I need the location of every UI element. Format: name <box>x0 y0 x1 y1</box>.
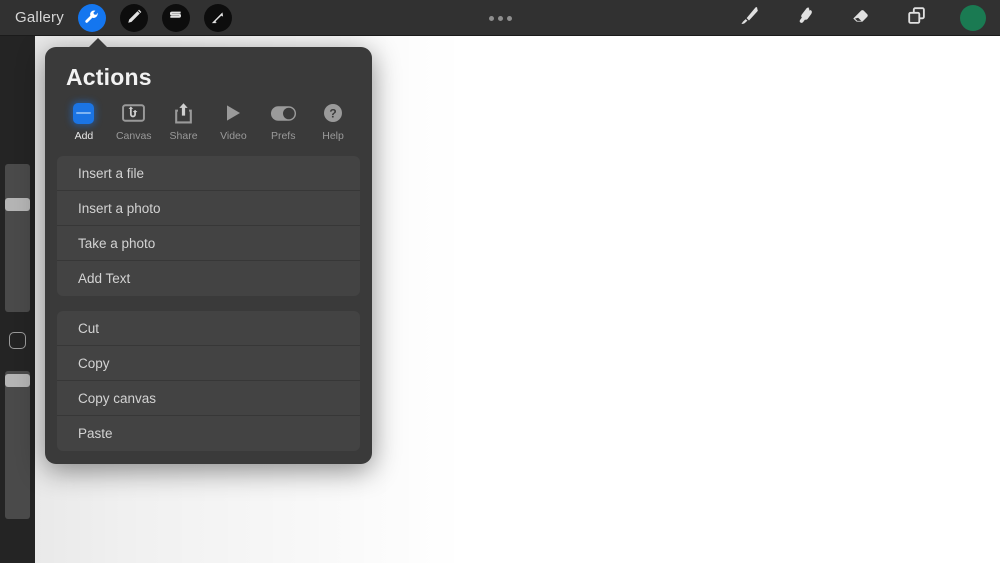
svg-text:?: ? <box>329 106 336 120</box>
dot-icon <box>488 15 494 21</box>
crop-resize-icon <box>122 101 146 125</box>
overflow-menu-button[interactable] <box>488 15 512 21</box>
magic-wand-icon <box>125 9 142 26</box>
left-sidebar <box>0 36 35 563</box>
panel-tab-bar: Add Canvas Share Video Prefs ? Help <box>45 91 372 148</box>
selection-button[interactable] <box>161 3 190 32</box>
share-upload-icon <box>174 101 193 125</box>
tab-canvas[interactable]: Canvas <box>109 101 159 148</box>
action-copy-canvas[interactable]: Copy canvas <box>57 381 360 416</box>
dot-icon <box>506 15 512 21</box>
tab-prefs-label: Prefs <box>270 130 296 142</box>
s-curve-icon <box>167 9 184 26</box>
action-copy[interactable]: Copy <box>57 346 360 381</box>
tab-add-label: Add <box>74 130 94 142</box>
wrench-icon <box>83 9 100 26</box>
action-insert-a-photo[interactable]: Insert a photo <box>57 191 360 226</box>
transform-button[interactable] <box>203 3 232 32</box>
modify-button[interactable] <box>9 332 26 349</box>
layers-button[interactable] <box>904 5 930 31</box>
toggle-switch-icon <box>270 101 297 125</box>
question-mark-circle-icon: ? <box>323 101 343 125</box>
opacity-slider[interactable] <box>5 371 30 519</box>
tab-help-label: Help <box>322 130 344 142</box>
toolbar-right-group <box>736 0 986 36</box>
action-add-text[interactable]: Add Text <box>57 261 360 296</box>
action-group-insert: Insert a file Insert a photo Take a phot… <box>57 156 360 296</box>
action-insert-a-file[interactable]: Insert a file <box>57 156 360 191</box>
gallery-button[interactable]: Gallery <box>15 9 64 26</box>
add-square-icon <box>73 101 95 125</box>
brush-icon <box>738 5 760 32</box>
tab-video[interactable]: Video <box>208 101 258 148</box>
tab-add[interactable]: Add <box>59 101 109 148</box>
tab-share[interactable]: Share <box>159 101 209 148</box>
color-swatch-button[interactable] <box>960 5 986 31</box>
tab-video-label: Video <box>220 130 247 142</box>
erase-button[interactable] <box>848 5 874 31</box>
actions-panel: Actions Add Canvas Share Video Prefs ? H… <box>45 47 372 464</box>
eraser-icon <box>850 5 872 32</box>
layers-icon <box>906 5 928 32</box>
smudge-finger-icon <box>794 5 816 32</box>
procreate-app: Gallery Actions Add Canvas Share Video P… <box>0 0 1000 563</box>
brush-size-slider[interactable] <box>5 164 30 312</box>
tab-share-label: Share <box>169 130 198 142</box>
tab-prefs[interactable]: Prefs <box>258 101 308 148</box>
opacity-slider-knob[interactable] <box>5 374 30 387</box>
top-toolbar: Gallery <box>0 0 1000 36</box>
paint-button[interactable] <box>736 5 762 31</box>
panel-title: Actions <box>66 64 152 90</box>
action-take-a-photo[interactable]: Take a photo <box>57 226 360 261</box>
action-group-clipboard: Cut Copy Copy canvas Paste <box>57 311 360 451</box>
tab-help[interactable]: ? Help <box>308 101 358 148</box>
arrow-pointer-icon <box>209 9 226 26</box>
smudge-button[interactable] <box>792 5 818 31</box>
actions-wrench-button[interactable] <box>77 3 106 32</box>
tab-canvas-label: Canvas <box>115 130 152 142</box>
adjustments-button[interactable] <box>119 3 148 32</box>
play-triangle-icon <box>223 101 243 125</box>
action-cut[interactable]: Cut <box>57 311 360 346</box>
dot-icon <box>497 15 503 21</box>
panel-pointer-notch <box>88 38 108 48</box>
brush-size-slider-knob[interactable] <box>5 198 30 211</box>
toolbar-left-group: Gallery <box>0 3 232 32</box>
action-paste[interactable]: Paste <box>57 416 360 451</box>
